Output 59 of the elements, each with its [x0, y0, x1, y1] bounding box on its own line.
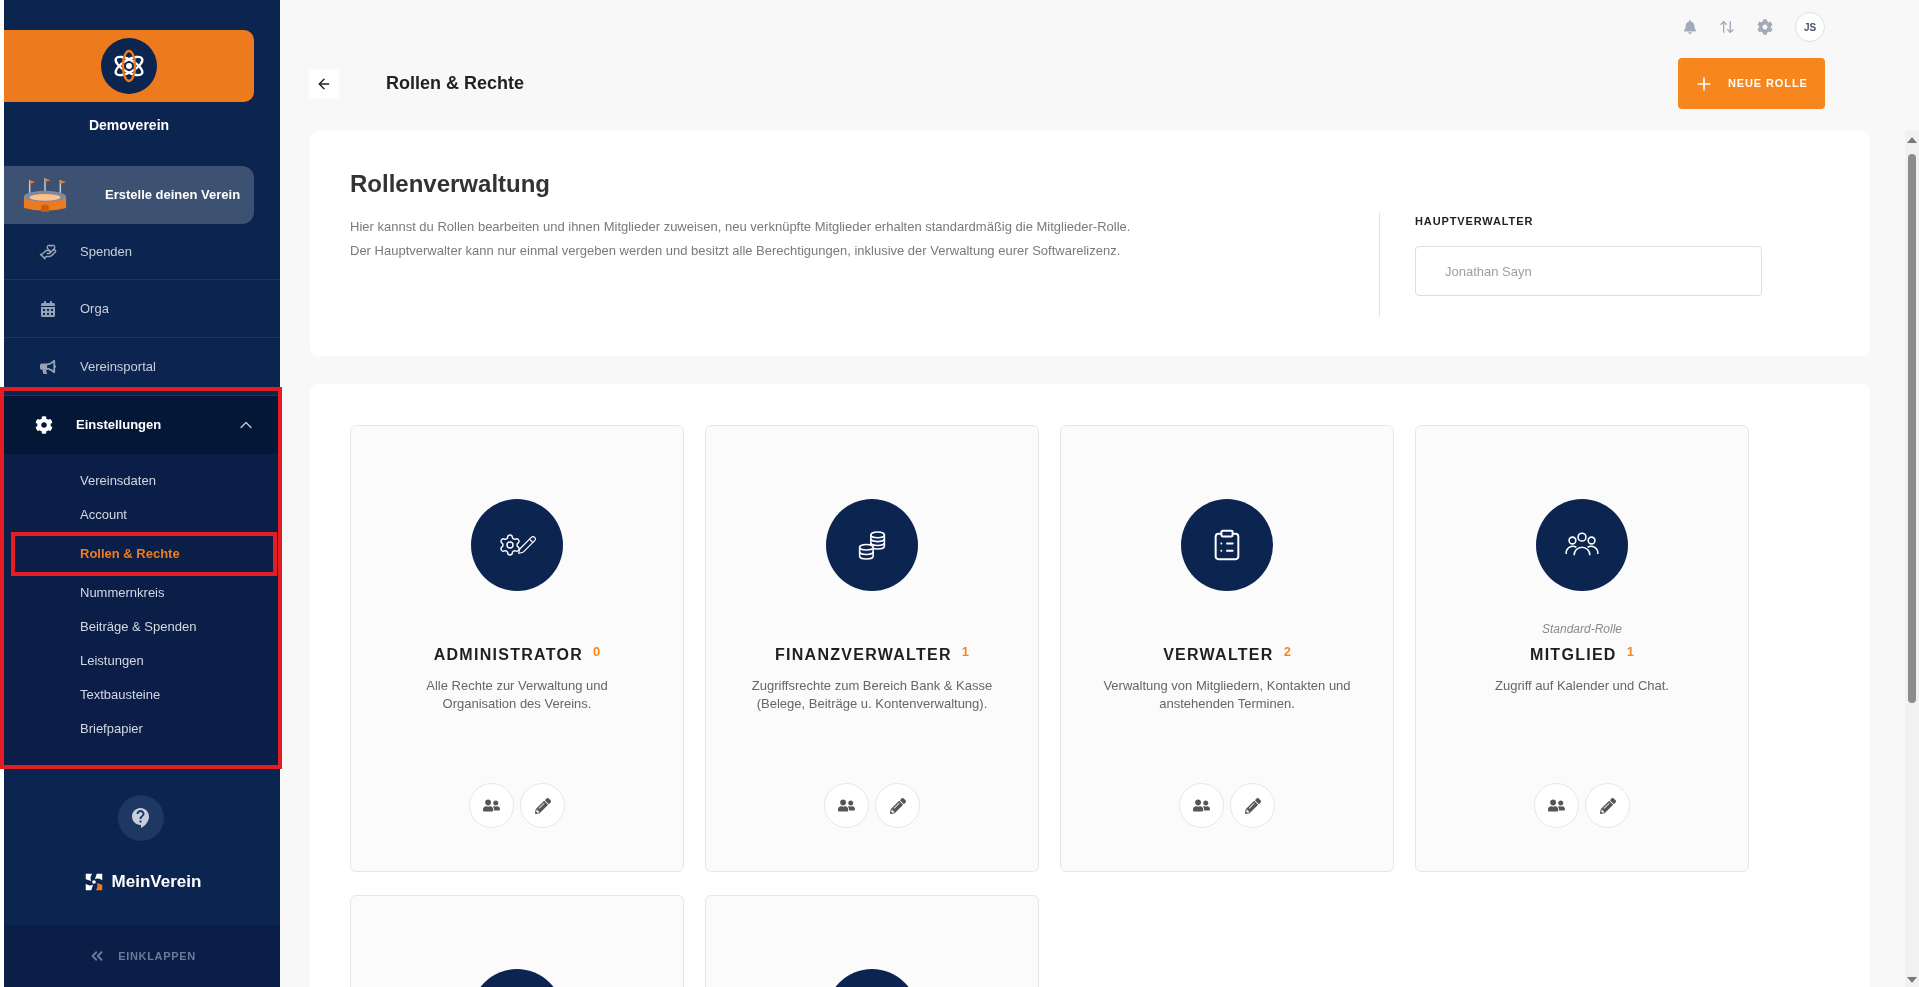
role-name: VERWALTER — [1163, 645, 1274, 665]
atom-logo-icon — [101, 38, 157, 94]
hand-heart-icon — [39, 242, 57, 261]
member-count: 1 — [1626, 644, 1634, 660]
user-avatar[interactable]: JS — [1795, 12, 1825, 42]
scrollbar-thumb[interactable] — [1908, 154, 1916, 703]
role-tag: Standard-Rolle — [1541, 621, 1622, 637]
role-name: ADMINISTRATOR — [433, 645, 584, 665]
submenu-item[interactable]: Nummernkreis — [76, 583, 169, 603]
pencil-icon — [889, 797, 906, 814]
create-club-button[interactable]: Erstelle deinen Verein — [4, 166, 254, 224]
megaphone-icon — [40, 358, 56, 375]
role-description: Zugriff auf Kalender und Chat. — [1495, 677, 1669, 695]
scroll-down-icon[interactable] — [1907, 977, 1917, 983]
submenu-item[interactable]: Leistungen — [76, 651, 148, 671]
edit-button[interactable] — [1230, 783, 1275, 828]
members-button[interactable] — [1179, 783, 1224, 828]
field-label: HAUPTVERWALTER — [1415, 214, 1535, 228]
people-icon — [483, 797, 500, 814]
members-button[interactable] — [1534, 783, 1579, 828]
club-name: Demoverein — [87, 116, 171, 134]
member-count: 0 — [593, 644, 601, 660]
people-icon — [838, 797, 855, 814]
submenu-item[interactable]: Textbausteine — [76, 685, 165, 705]
people-icon — [1548, 797, 1565, 814]
help-button[interactable] — [118, 795, 164, 841]
role-name: FINANZVERWALTER — [774, 645, 952, 665]
members-button[interactable] — [469, 783, 514, 828]
pencil-icon — [534, 797, 551, 814]
member-count: 2 — [1283, 644, 1291, 660]
edit-button[interactable] — [520, 783, 565, 828]
back-button[interactable] — [309, 68, 339, 99]
pencil-icon — [1599, 797, 1616, 814]
submenu-item[interactable]: Beiträge & Spenden — [76, 617, 201, 637]
people-icon — [1193, 797, 1210, 814]
edit-button[interactable] — [875, 783, 920, 828]
scroll-up-icon[interactable] — [1907, 137, 1917, 143]
collapse-button[interactable]: EINKLAPPEN — [4, 925, 280, 987]
stadium-icon — [22, 177, 68, 213]
role-description: Zugriffsrechte zum Bereich Bank & Kasse (Belege, Beiträge u. Kontenverwaltung). — [750, 677, 994, 713]
member-count: 1 — [961, 644, 970, 660]
role-description: Verwaltung von Mitgliedern, Kontakten und anstehenden Terminen. — [1102, 677, 1352, 713]
pencil-icon — [1244, 797, 1261, 814]
submenu-item[interactable]: Rollen & Rechte — [76, 544, 184, 564]
submenu-item[interactable]: Briefpapier — [76, 719, 147, 739]
settings-icon — [35, 416, 53, 434]
role-description: Alle Rechte zur Verwaltung und Organisation des Vereins. — [425, 677, 609, 713]
members-button[interactable] — [824, 783, 869, 828]
settings-menu-header[interactable]: Einstellungen — [4, 396, 280, 454]
calendar-icon — [40, 300, 56, 317]
role-name: MITGLIED — [1530, 645, 1617, 665]
edit-button[interactable] — [1585, 783, 1630, 828]
submenu-item[interactable]: Account — [76, 505, 131, 525]
section-title: Rollenverwaltung — [350, 169, 552, 199]
page-title: Rollen & Rechte — [386, 72, 525, 95]
brand-name: MeinVerein — [111, 871, 202, 893]
description-text: Der Hauptverwalter kann nur einmal vergeben werden und besitzt alle Berechtigungen, inklusive der Verwaltung eurer Softwarelizenz. — [350, 242, 1122, 260]
description-text: Hier kannst du Rollen bearbeiten und ihnen Mitglieder zuweisen, neu verknüpfte Mitglieder erhalten standardmäßig die Mitglieder-Rolle. — [350, 218, 1132, 236]
submenu-item[interactable]: Vereinsdaten — [76, 471, 160, 491]
